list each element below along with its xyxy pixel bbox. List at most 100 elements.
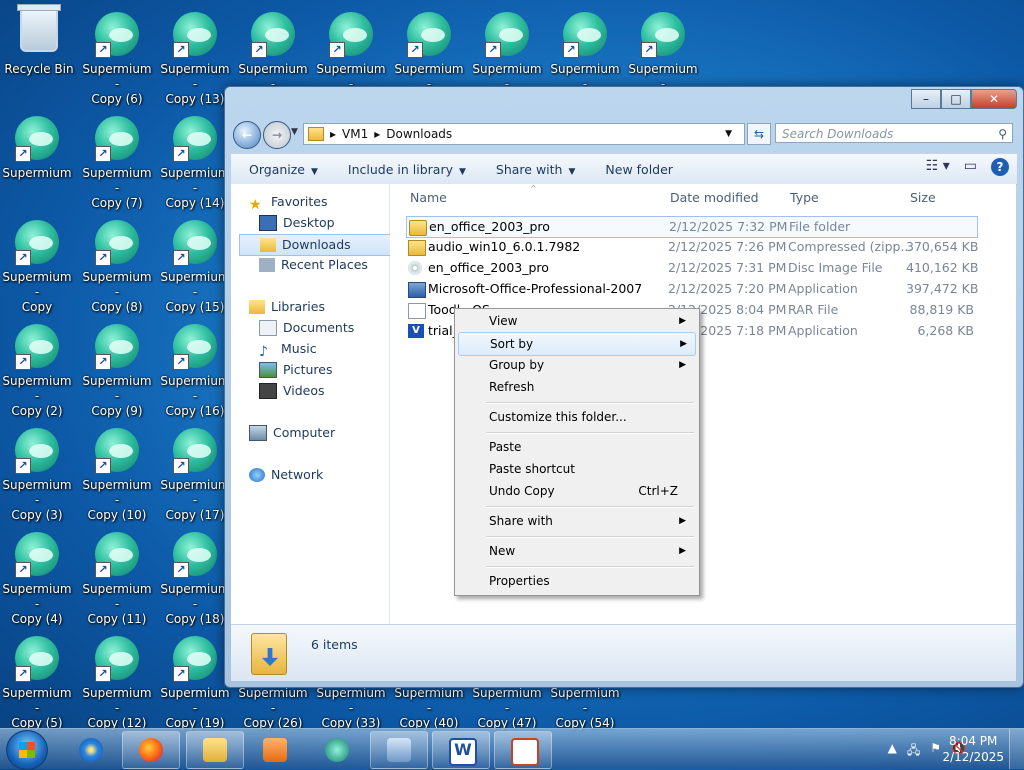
- supermium-icon: ↗: [171, 218, 219, 266]
- minimize-button[interactable]: –: [911, 89, 941, 109]
- menu-item-view[interactable]: View ▶: [458, 310, 694, 332]
- desktop-shortcut-supermium[interactable]: ↗ Supermium - Copy (11): [80, 524, 154, 626]
- menu-item-share-with[interactable]: Share with ▶: [458, 510, 694, 532]
- desktop-shortcut-supermium[interactable]: ↗ Supermium - Copy (13): [158, 4, 232, 106]
- nav-recent-places[interactable]: Recent Places: [259, 255, 368, 275]
- search-placeholder: Search Downloads: [782, 127, 894, 141]
- menu-item-new[interactable]: New ▶: [458, 540, 694, 562]
- desktop-shortcut-supermium[interactable]: ↗ Supermium - Copy (4): [0, 524, 74, 626]
- desktop-shortcut-supermium[interactable]: ↗ Supermium - Copy (9): [80, 316, 154, 418]
- file-row[interactable]: audio_win10_6.0.1.7982 2/12/2025 7:26 PM C…: [406, 237, 978, 257]
- address-bar[interactable]: ▸ VM1 ▸ Downloads ▼: [303, 123, 745, 145]
- menu-item-refresh[interactable]: Refresh: [458, 376, 694, 398]
- column-header-date[interactable]: Date modified: [670, 190, 759, 205]
- nav-documents[interactable]: Documents: [259, 318, 354, 338]
- submenu-arrow-icon: ▶: [679, 316, 686, 326]
- file-name: Microsoft-Office-Professional-2007: [428, 281, 643, 296]
- menu-item-sort-by[interactable]: Sort by ▶: [458, 332, 696, 356]
- recent-pages-icon[interactable]: ▼: [291, 127, 298, 137]
- desktop-shortcut-supermium[interactable]: ↗ Supermium - Copy: [0, 212, 74, 314]
- nav-computer[interactable]: Computer: [249, 423, 335, 443]
- maximize-button[interactable]: □: [941, 89, 971, 109]
- search-icon[interactable]: ⚲: [998, 124, 1007, 144]
- desktop-shortcut-supermium[interactable]: ↗ Supermium - Copy (8): [80, 212, 154, 314]
- desktop-shortcut-supermium[interactable]: ↗ Supermium: [0, 108, 74, 204]
- menu-item-paste-shortcut[interactable]: Paste shortcut: [458, 458, 694, 480]
- breadcrumb-downloads[interactable]: Downloads: [386, 127, 452, 141]
- taskbar-ie[interactable]: [62, 731, 120, 769]
- supermium-icon: ↗: [327, 10, 375, 58]
- nav-favorites[interactable]: ★ Favorites: [249, 192, 327, 213]
- search-input[interactable]: Search Downloads ⚲: [775, 123, 1013, 143]
- nav-downloads[interactable]: Downloads: [239, 234, 401, 256]
- desktop-shortcut-supermium[interactable]: ↗ Supermium - Copy (17): [158, 420, 232, 522]
- taskbar-firefox[interactable]: [122, 731, 180, 769]
- column-header-name[interactable]: Name: [410, 190, 447, 205]
- nav-desktop[interactable]: Desktop: [259, 213, 335, 233]
- menu-item-customize-folder[interactable]: Customize this folder...: [458, 406, 694, 428]
- column-header-type[interactable]: Type: [790, 190, 819, 205]
- supermium-icon: ↗: [405, 10, 453, 58]
- recycle-bin[interactable]: Recycle Bin: [2, 4, 76, 100]
- supermium-icon: ↗: [13, 114, 61, 162]
- view-options-icon[interactable]: ☷ ▾: [926, 158, 950, 176]
- desktop-shortcut-supermium[interactable]: ↗ Supermium - Copy (14): [158, 108, 232, 210]
- desktop-shortcut-supermium[interactable]: ↗ Supermium - Copy (12): [80, 628, 154, 730]
- show-desktop-button[interactable]: [1009, 729, 1024, 769]
- forward-button[interactable]: →: [263, 121, 291, 149]
- shortcut-arrow-icon: ↗: [15, 354, 31, 370]
- file-row[interactable]: en_office_2003_pro 2/12/2025 7:32 PM File …: [406, 216, 978, 238]
- taskbar-control-panel[interactable]: [370, 731, 428, 769]
- preview-pane-icon[interactable]: ▭: [964, 158, 977, 176]
- taskbar-supermium[interactable]: [308, 731, 366, 769]
- desktop-shortcut-supermium[interactable]: ↗ Supermium - Copy (18): [158, 524, 232, 626]
- show-hidden-icons-icon[interactable]: ▲: [888, 741, 897, 762]
- chevron-down-icon: ▼: [568, 166, 576, 177]
- taskbar-explorer[interactable]: [186, 731, 244, 769]
- nav-libraries[interactable]: Libraries: [249, 297, 325, 317]
- command-bar: Organize ▼ Include in library ▼ Share with…: [231, 153, 1017, 185]
- desktop-shortcut-supermium[interactable]: ↗ Supermium - Copy (15): [158, 212, 232, 314]
- shortcut-arrow-icon: ↗: [95, 562, 111, 578]
- nav-pictures[interactable]: Pictures: [259, 360, 333, 380]
- taskbar-word[interactable]: W: [432, 731, 490, 769]
- submenu-arrow-icon: ▶: [679, 360, 686, 370]
- desktop-shortcut-supermium[interactable]: ↗ Supermium - Copy (7): [80, 108, 154, 210]
- menu-item-properties[interactable]: Properties: [458, 570, 694, 592]
- desktop-shortcut-supermium[interactable]: ↗ Supermium - Copy (16): [158, 316, 232, 418]
- help-icon[interactable]: ?: [991, 158, 1009, 176]
- breadcrumb-vm1[interactable]: VM1: [342, 127, 368, 141]
- column-header-size[interactable]: Size: [910, 190, 936, 205]
- action-center-flag-icon[interactable]: ⚑: [930, 741, 941, 762]
- desktop-shortcut-supermium[interactable]: ↗ Supermium - Copy (6): [80, 4, 154, 106]
- taskbar-media-player[interactable]: [246, 731, 304, 769]
- menu-item-undo-copy[interactable]: Undo Copy Ctrl+Z: [458, 480, 694, 502]
- desktop-shortcut-supermium[interactable]: ↗ Supermium - Copy (10): [80, 420, 154, 522]
- shortcut-arrow-icon: ↗: [329, 42, 345, 58]
- taskbar-powerpoint[interactable]: [494, 731, 552, 769]
- desktop-shortcut-supermium[interactable]: ↗ Supermium - Copy (19): [158, 628, 232, 730]
- close-button[interactable]: ✕: [971, 89, 1017, 109]
- menu-item-paste[interactable]: Paste: [458, 436, 694, 458]
- back-button[interactable]: ←: [233, 121, 261, 149]
- music-note-icon: ♪: [259, 344, 268, 360]
- refresh-button[interactable]: ⇆: [747, 123, 771, 145]
- include-in-library-button[interactable]: Include in library ▼: [330, 162, 478, 177]
- share-with-button[interactable]: Share with ▼: [478, 162, 588, 177]
- nav-videos[interactable]: Videos: [259, 381, 325, 401]
- nav-network[interactable]: Network: [249, 465, 323, 485]
- new-folder-button[interactable]: New folder: [587, 162, 685, 177]
- desktop-shortcut-supermium[interactable]: ↗ Supermium - Copy (2): [0, 316, 74, 418]
- desktop-icon-label: Copy (18): [165, 612, 225, 626]
- file-row[interactable]: Microsoft-Office-Professional-2007 2/12/2…: [406, 279, 978, 299]
- chevron-down-icon[interactable]: ▼: [725, 129, 732, 139]
- network-tray-icon[interactable]: 🖧: [907, 741, 920, 762]
- desktop-shortcut-supermium[interactable]: ↗ Supermium - Copy (5): [0, 628, 74, 730]
- nav-music[interactable]: ♪ Music: [259, 339, 317, 360]
- desktop-shortcut-supermium[interactable]: ↗ Supermium - Copy (3): [0, 420, 74, 522]
- clock[interactable]: 8:04 PM 2/12/2025: [942, 733, 1004, 765]
- organize-button[interactable]: Organize ▼: [231, 162, 330, 177]
- file-row[interactable]: en_office_2003_pro 2/12/2025 7:31 PM Disc …: [406, 258, 978, 278]
- start-button[interactable]: [6, 730, 48, 770]
- menu-item-group-by[interactable]: Group by ▶: [458, 354, 694, 376]
